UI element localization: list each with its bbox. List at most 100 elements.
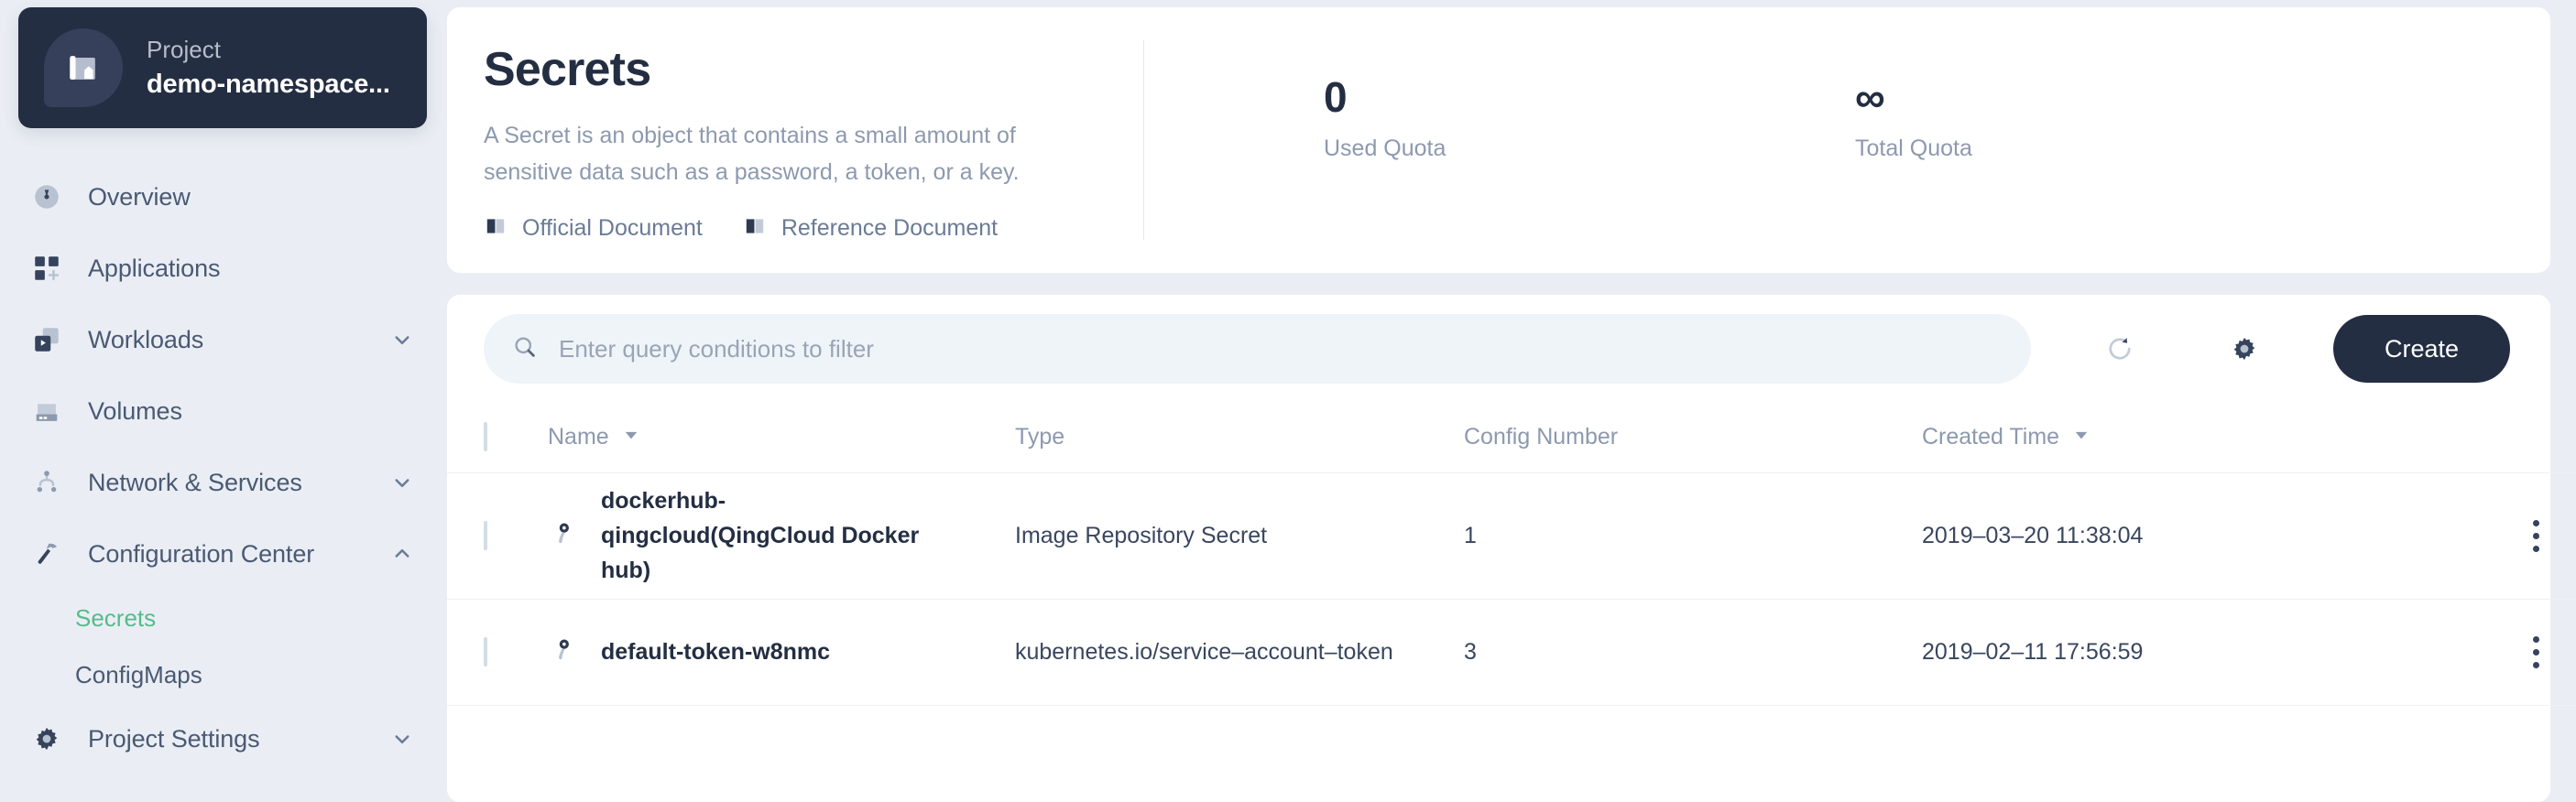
- row-select-cell: [447, 599, 548, 705]
- book-icon: [743, 214, 767, 243]
- column-header-config-number: Config Number: [1464, 403, 1922, 473]
- page-description: A Secret is an object that contains a sm…: [484, 123, 1020, 185]
- sidebar-item-label: Volumes: [88, 396, 182, 425]
- sidebar-item-volumes[interactable]: Volumes: [0, 375, 447, 447]
- row-name-cell: dockerhub-qingcloud(QingCloud Docker hub…: [548, 472, 1015, 599]
- app-root: Project demo-namespace... Overview Appli…: [0, 0, 2576, 802]
- banner-info: Secrets A Secret is an object that conta…: [447, 7, 1143, 273]
- chevron-down-icon[interactable]: [388, 326, 416, 353]
- secrets-banner: Secrets A Secret is an object that conta…: [447, 7, 2550, 273]
- column-header-created-time[interactable]: Created Time: [1922, 403, 2472, 473]
- column-header-type: Type: [1015, 403, 1464, 473]
- row-select-cell: [447, 472, 548, 599]
- doc-links: Official Document Reference Document: [484, 214, 1101, 243]
- row-name-cell: default-token-w8nmc: [548, 599, 1015, 705]
- row-type-cell: kubernetes.io/service–account–token: [1015, 638, 1393, 665]
- sidebar-item-label: Secrets: [75, 603, 157, 632]
- sidebar-item-project-settings[interactable]: Project Settings: [0, 703, 447, 775]
- column-header-label: Config Number: [1464, 424, 1619, 450]
- search-input[interactable]: [559, 334, 2003, 363]
- row-checkbox[interactable]: [484, 636, 487, 667]
- sidebar-item-secrets[interactable]: Secrets: [0, 590, 447, 646]
- search-icon: [511, 333, 539, 365]
- chevron-down-icon[interactable]: [388, 725, 416, 753]
- official-document-link[interactable]: Official Document: [484, 214, 703, 243]
- table-settings-button[interactable]: [2205, 314, 2284, 384]
- project-kicker: Project: [147, 36, 221, 63]
- sidebar-item-applications[interactable]: Applications: [0, 233, 447, 304]
- secrets-table-card: Create Name: [447, 295, 2576, 802]
- reference-document-link[interactable]: Reference Document: [743, 214, 998, 243]
- doc-link-label: Reference Document: [780, 215, 999, 241]
- project-name: demo-namespace...: [147, 70, 390, 99]
- applications-icon: [27, 253, 66, 284]
- sidebar-item-overview[interactable]: Overview: [0, 161, 447, 233]
- refresh-button[interactable]: [2080, 314, 2159, 384]
- column-header-label: Type: [1015, 424, 1065, 450]
- sidebar-item-label: Overview: [88, 182, 191, 211]
- page-title: Secrets: [484, 43, 651, 96]
- quota-stats: 0 Used Quota ∞ Total Quota: [1144, 7, 2550, 273]
- volumes-icon: [27, 396, 66, 427]
- project-card[interactable]: Project demo-namespace...: [18, 7, 427, 128]
- sidebar-item-label: Configuration Center: [88, 539, 315, 568]
- table-toolbar: Create: [447, 295, 2550, 403]
- sidebar-item-network-and-services[interactable]: Network & Services: [0, 447, 447, 518]
- gear-icon: [27, 723, 66, 754]
- book-icon: [484, 214, 508, 243]
- table-header-row: Name Type Config Number Created Time: [447, 403, 2576, 473]
- sidebar-item-workloads[interactable]: Workloads: [0, 304, 447, 375]
- column-header-actions: [2472, 403, 2576, 473]
- total-quota-label: Total Quota: [1855, 135, 1972, 161]
- row-config-number-cell: 3: [1464, 638, 1477, 665]
- sidebar-nav: Overview Applications Workloads Volumes …: [0, 161, 447, 775]
- column-header-name[interactable]: Name: [548, 403, 1015, 473]
- sort-desc-icon[interactable]: [622, 424, 640, 450]
- total-quota-value: ∞: [1855, 73, 1885, 121]
- table-row[interactable]: default-token-w8nmc kubernetes.io/servic…: [447, 599, 2576, 705]
- workloads-icon: [27, 324, 66, 355]
- sidebar-item-label: Applications: [88, 254, 221, 282]
- row-more-actions-icon[interactable]: [2472, 519, 2576, 552]
- chevron-up-icon[interactable]: [388, 540, 416, 568]
- sidebar-item-label: Network & Services: [88, 468, 302, 496]
- main-content: Secrets A Secret is an object that conta…: [447, 0, 2576, 802]
- table-row[interactable]: dockerhub-qingcloud(QingCloud Docker hub…: [447, 472, 2576, 599]
- row-type-cell: Image Repository Secret: [1015, 522, 1268, 548]
- row-actions-cell: [2472, 472, 2576, 599]
- column-header-label: Name: [548, 424, 609, 450]
- sidebar-item-label: Project Settings: [88, 724, 260, 753]
- table-head: Name Type Config Number Created Time: [447, 403, 2576, 473]
- hammer-icon: [27, 538, 66, 569]
- sidebar: Project demo-namespace... Overview Appli…: [0, 0, 447, 802]
- project-logo-icon: [44, 28, 123, 107]
- dashboard-icon: [27, 181, 66, 212]
- secrets-table: Name Type Config Number Created Time doc…: [447, 403, 2576, 706]
- used-quota-value: 0: [1324, 73, 1348, 121]
- row-config-number-cell: 1: [1464, 522, 1477, 548]
- sort-desc-icon[interactable]: [2072, 424, 2090, 450]
- key-icon: [548, 517, 579, 555]
- create-button[interactable]: Create: [2332, 315, 2510, 383]
- total-quota-stat: ∞ Total Quota: [1675, 7, 2207, 273]
- network-icon: [27, 467, 66, 498]
- sidebar-item-configmaps[interactable]: ConfigMaps: [0, 646, 447, 703]
- secret-name[interactable]: default-token-w8nmc: [601, 634, 830, 669]
- table-body: dockerhub-qingcloud(QingCloud Docker hub…: [447, 472, 2576, 705]
- column-header-label: Created Time: [1922, 424, 2060, 450]
- row-checkbox[interactable]: [484, 520, 487, 550]
- row-created-time-cell: 2019–02–11 17:56:59: [1922, 638, 2144, 665]
- sidebar-item-label: ConfigMaps: [75, 660, 202, 688]
- chevron-down-icon[interactable]: [388, 469, 416, 496]
- key-icon: [548, 634, 579, 671]
- row-actions-cell: [2472, 599, 2576, 705]
- select-all-checkbox[interactable]: [484, 422, 487, 452]
- select-all-header: [447, 403, 548, 473]
- search-box[interactable]: [484, 314, 2031, 384]
- sidebar-item-configuration-center[interactable]: Configuration Center: [0, 518, 447, 590]
- row-created-time-cell: 2019–03–20 11:38:04: [1922, 522, 2144, 548]
- secret-name[interactable]: dockerhub-qingcloud(QingCloud Docker hub…: [601, 483, 940, 588]
- used-quota-label: Used Quota: [1324, 135, 1446, 161]
- row-more-actions-icon[interactable]: [2472, 635, 2576, 668]
- sidebar-item-label: Workloads: [88, 325, 204, 353]
